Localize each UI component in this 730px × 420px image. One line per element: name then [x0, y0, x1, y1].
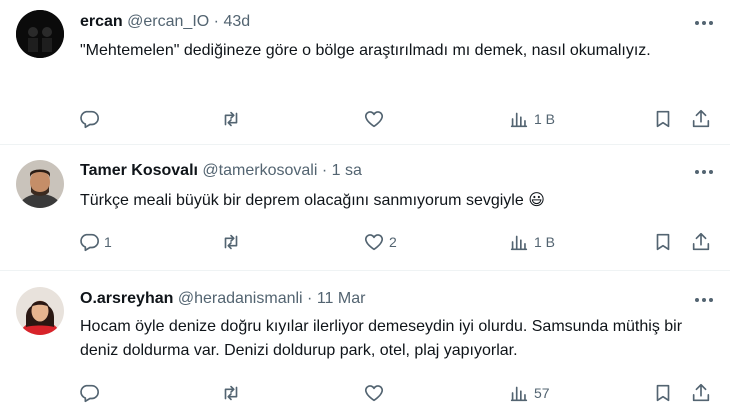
- avatar[interactable]: [16, 287, 64, 335]
- view-count: 57: [534, 385, 550, 401]
- heart-icon: [364, 234, 384, 251]
- reply-button[interactable]: 1: [78, 225, 112, 259]
- views-button[interactable]: 57: [508, 376, 550, 410]
- tweet-text: "Mehtemelen" dediğineze göre o bölge ara…: [80, 42, 651, 59]
- reply-icon: [80, 110, 99, 129]
- retweet-icon: [224, 385, 238, 401]
- reply-icon: [80, 233, 99, 252]
- tweet-text: Hocam öyle denize doğru kıyılar ilerliyo…: [80, 318, 683, 359]
- view-count: 1 B: [534, 111, 556, 127]
- views-chart-icon: [510, 235, 528, 251]
- handle[interactable]: @ercan_IO: [127, 13, 209, 30]
- retweet-icon: [224, 234, 238, 250]
- view-count: 1 B: [534, 234, 556, 250]
- separator-dot: ·: [321, 162, 328, 179]
- handle[interactable]: @heradanismanli: [178, 290, 303, 307]
- like-button[interactable]: 2: [363, 225, 397, 259]
- display-name[interactable]: Tamer Kosovalı: [80, 162, 198, 179]
- more-dots-icon[interactable]: [692, 291, 716, 309]
- retweet-button[interactable]: [220, 102, 246, 136]
- retweet-button[interactable]: [220, 225, 246, 259]
- timestamp[interactable]: 1 sa: [332, 162, 362, 179]
- share-icon: [692, 383, 710, 402]
- action-bar: 1 2 1 B: [70, 225, 720, 259]
- views-button[interactable]: 1 B: [508, 102, 555, 136]
- tweet-header: Tamer Kosovalı @tamerkosovali · 1 sa: [80, 161, 362, 181]
- views-chart-icon: [510, 386, 528, 402]
- views-chart-icon: [510, 112, 528, 128]
- bookmark-button[interactable]: [652, 102, 674, 136]
- avatar[interactable]: [16, 160, 64, 208]
- views-button[interactable]: 1 B: [508, 225, 555, 259]
- heart-icon: [364, 385, 384, 402]
- action-bar: 1 B: [70, 102, 720, 136]
- bookmark-button[interactable]: [652, 376, 674, 410]
- bookmark-icon: [656, 110, 670, 128]
- like-count: 2: [389, 234, 397, 250]
- reply-button[interactable]: [78, 102, 104, 136]
- more-dots-icon[interactable]: [692, 14, 716, 32]
- separator-dot: ·: [213, 13, 219, 30]
- reply-icon: [80, 384, 99, 403]
- tweet-tamer-kosovali[interactable]: Tamer Kosovalı @tamerkosovali · 1 sa Tür…: [0, 145, 730, 271]
- heart-icon: [364, 111, 384, 128]
- bookmark-button[interactable]: [652, 225, 674, 259]
- handle[interactable]: @tamerkosovali: [202, 162, 317, 179]
- avatar[interactable]: [16, 10, 64, 58]
- retweet-icon: [224, 111, 238, 127]
- display-name[interactable]: ercan: [80, 13, 123, 30]
- more-dots-icon[interactable]: [692, 163, 716, 181]
- display-name[interactable]: O.arsreyhan: [80, 290, 173, 307]
- timestamp[interactable]: 43d: [223, 13, 250, 30]
- tweet-header: ercan @ercan_IO · 43d: [80, 12, 250, 32]
- reply-button[interactable]: [78, 376, 104, 410]
- like-button[interactable]: [363, 102, 389, 136]
- tweet-text: Türkçe meali büyük bir deprem olacağını …: [80, 192, 545, 209]
- tweet-ercan[interactable]: ercan @ercan_IO · 43d "Mehtemelen" dediğ…: [0, 0, 730, 145]
- timestamp[interactable]: 11 Mar: [317, 290, 366, 307]
- bookmark-icon: [656, 233, 670, 251]
- tweet-header: O.arsreyhan @heradanismanli · 11 Mar: [80, 289, 365, 309]
- bookmark-icon: [656, 384, 670, 402]
- separator-dot: ·: [307, 290, 313, 307]
- share-icon: [692, 232, 710, 251]
- share-icon: [692, 109, 710, 128]
- tweet-oarsreyhan[interactable]: O.arsreyhan @heradanismanli · 11 Mar Hoc…: [0, 271, 730, 420]
- share-button[interactable]: [690, 225, 712, 259]
- share-button[interactable]: [690, 376, 712, 410]
- action-bar: 57: [70, 376, 720, 410]
- like-button[interactable]: [363, 376, 389, 410]
- share-button[interactable]: [690, 102, 712, 136]
- retweet-button[interactable]: [220, 376, 246, 410]
- reply-count: 1: [104, 234, 112, 250]
